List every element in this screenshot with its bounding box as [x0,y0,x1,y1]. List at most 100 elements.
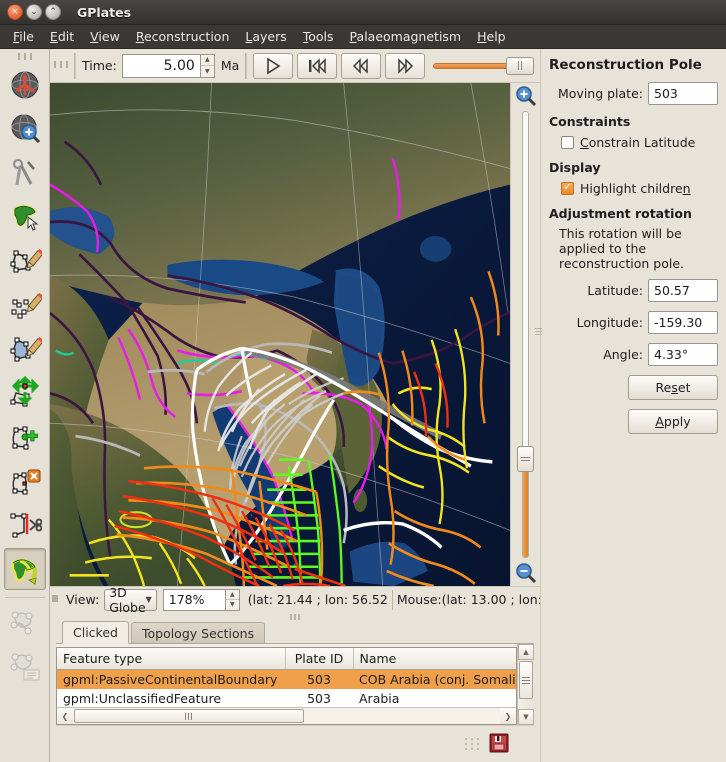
window-close-button[interactable]: × [7,4,23,20]
map-zoom-slider[interactable] [517,111,542,558]
resize-grip[interactable] [465,738,480,750]
menu-view[interactable]: View [82,27,128,46]
time-increment-button[interactable]: ▲ [200,55,214,66]
time-decrement-button[interactable]: ▼ [201,66,214,77]
delete-vertex-tool[interactable] [4,460,46,502]
step-forward-icon [394,57,416,75]
time-slider[interactable] [433,53,534,79]
apply-button[interactable]: Apply [628,409,718,435]
clicked-features-scroll-area[interactable]: Feature type Plate ID Name Clicked geome… [57,648,516,707]
zoom-globe-tool[interactable] [4,108,46,150]
window-maximize-button[interactable]: ⌃ [45,4,61,20]
menu-palaeomagnetism[interactable]: Palaeomagnetism [342,27,470,46]
map-zoom-slider-track[interactable] [522,111,529,558]
zoom-in-magnifier-icon[interactable] [515,85,537,107]
table-vertical-scrollbar[interactable]: ▲ ▼ [517,644,534,725]
horizontal-scrollbar-gutter[interactable] [305,708,501,724]
column-header-feature-type[interactable]: Feature type [57,648,286,670]
tab-clicked[interactable]: Clicked [62,621,129,644]
table-row[interactable]: gpml:PassiveContinentalBoundary 503 COB … [57,669,516,689]
highlight-children-row[interactable]: Highlight children [561,181,718,196]
zoom-spinner-buttons[interactable]: ▲ ▼ [224,588,240,611]
menu-layers[interactable]: Layers [237,27,294,46]
time-slider-handle[interactable] [506,56,534,75]
time-input[interactable]: 5.00 [121,53,200,78]
step-back-button[interactable] [341,52,382,79]
view-status-bar: View: 3D Globe ▼ 178% ▲ ▼ (lat: 21.44 ; … [50,585,587,615]
time-spinner-buttons[interactable]: ▲ ▼ [199,53,215,78]
digitise-multipoint-tool[interactable] [4,284,46,326]
rewind-to-beginning-button[interactable] [297,52,338,79]
clicked-features-panel: Feature type Plate ID Name Clicked geome… [56,644,534,725]
reset-button[interactable]: Re s et [628,375,718,401]
window-minimize-button[interactable]: ⌄ [26,4,42,20]
time-spinbox[interactable]: 5.00 ▲ ▼ [121,53,215,78]
menu-reconstruction[interactable]: Reconstruction [128,27,238,46]
view-label: View: [66,592,100,607]
tab-topology-sections[interactable]: Topology Sections [130,622,266,643]
zoom-level-spinbox[interactable]: 178% ▲ ▼ [162,588,240,611]
digitise-polyline-tool[interactable] [4,240,46,282]
scroll-left-arrow-icon[interactable]: ❮ [57,708,73,724]
column-header-plate-id[interactable]: Plate ID [285,648,354,670]
scroll-down-arrow-icon[interactable]: ▼ [518,709,534,725]
constrain-latitude-checkbox[interactable] [561,136,574,149]
cell-plate-id: 503 [307,691,331,706]
manipulate-pole-tool[interactable] [3,548,46,590]
menu-tools[interactable]: Tools [295,27,342,46]
globe-drag-icon [8,68,42,102]
menu-file[interactable]: File [5,27,42,46]
table-horizontal-scrollbar[interactable]: ❮ ❯ [57,707,516,724]
display-title: Display [549,160,601,175]
window-title: GPlates [77,4,132,20]
digitise-polygon-tool[interactable] [4,328,46,370]
highlight-children-checkbox[interactable] [561,182,574,195]
longitude-input[interactable]: -159.30 [648,311,718,335]
build-topology-tool[interactable] [4,601,46,643]
animation-toolbar-drag-handle[interactable] [54,60,68,69]
zoom-level-input[interactable]: 178% [162,588,225,611]
reset-button-row: Re s et [549,375,718,401]
map-zoom-slider-handle[interactable] [517,446,534,473]
panel-title: Reconstruction Pole [549,57,702,73]
vertical-scrollbar-gutter[interactable] [518,700,534,709]
menu-edit[interactable]: Edit [42,27,82,46]
move-vertex-icon [8,376,42,410]
zoom-decrement-button[interactable]: ▼ [226,600,239,610]
menu-help[interactable]: Help [469,27,514,46]
panel-splitter-grip[interactable] [534,326,542,337]
moving-plate-input[interactable]: 503 [648,82,718,105]
click-geometry-tool[interactable] [4,196,46,238]
scroll-up-arrow-icon[interactable]: ▲ [518,644,534,660]
column-header-name[interactable]: Name [353,648,516,670]
toolbar-drag-handle[interactable] [17,53,32,61]
zoom-out-magnifier-icon[interactable] [515,562,537,584]
view-bar-drag-handle[interactable] [52,594,58,603]
vertical-scrollbar-thumb[interactable] [519,661,533,699]
latitude-input[interactable]: 50.57 [648,279,718,303]
dock-splitter-handle[interactable] [56,612,534,621]
horizontal-scrollbar-thumb[interactable] [74,709,304,723]
window-titlebar: × ⌄ ⌃ GPlates [0,0,726,25]
measure-distance-tool[interactable] [4,152,46,194]
insert-vertex-tool[interactable] [4,416,46,458]
table-header-row: Feature type Plate ID Name Clicked geome… [57,648,516,670]
drag-globe-tool[interactable] [4,64,46,106]
zoom-increment-button[interactable]: ▲ [225,590,239,600]
split-feature-tool[interactable] [4,504,46,546]
projection-select[interactable]: 3D Globe ▼ [104,585,157,615]
globe-map-view[interactable] [50,83,510,586]
constrain-latitude-row[interactable]: Constrain Latitude [561,135,718,150]
edit-topology-tool[interactable] [4,645,46,687]
cell-name: COB Arabia (conj. Somalie) [353,669,516,689]
globe-canvas[interactable] [50,83,510,586]
play-button[interactable] [253,52,294,79]
table-row[interactable]: gpml:UnclassifiedFeature 503 Arabia gpml… [57,689,516,707]
reconstruction-pole-panel: Reconstruction Pole Moving plate: 503 Co… [540,49,726,762]
move-vertex-tool[interactable] [4,372,46,414]
angle-input[interactable]: 4.33° [648,343,718,367]
step-forward-button[interactable] [385,52,426,79]
highlight-children-label: Highlight children [580,181,691,196]
floppy-disk-save-icon[interactable] [488,732,510,757]
scroll-right-arrow-icon[interactable]: ❯ [500,708,516,724]
